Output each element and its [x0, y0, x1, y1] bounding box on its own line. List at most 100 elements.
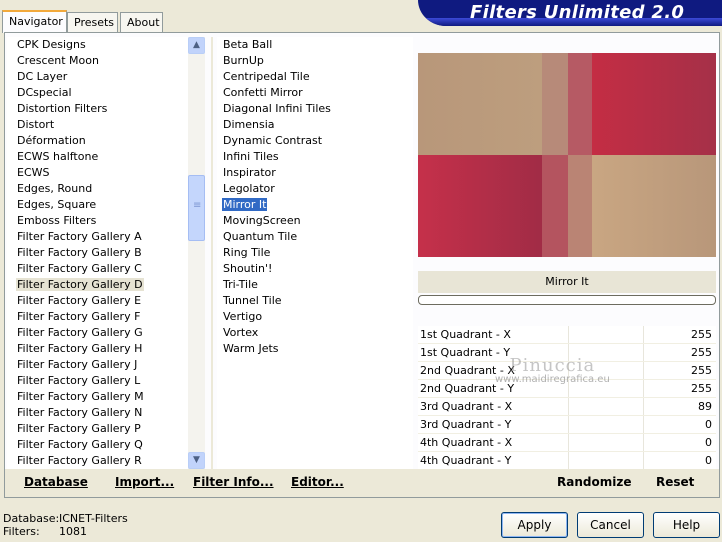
- database-button[interactable]: Database: [24, 475, 88, 489]
- category-item[interactable]: Filter Factory Gallery H: [7, 341, 188, 357]
- category-item[interactable]: Filter Factory Gallery R: [7, 453, 188, 469]
- category-item[interactable]: Edges, Square: [7, 197, 188, 213]
- filter-info-label: Filter Info...: [193, 475, 274, 489]
- category-item[interactable]: Crescent Moon: [7, 53, 188, 69]
- filters-count-label: Filters:: [3, 525, 40, 538]
- category-item[interactable]: Filter Factory Gallery J: [7, 357, 188, 373]
- scroll-up-button[interactable]: ▲: [188, 37, 205, 54]
- category-item[interactable]: Filter Factory Gallery F: [7, 309, 188, 325]
- category-item-label: ECWS halftone: [17, 150, 99, 163]
- editor-button[interactable]: Editor...: [291, 475, 344, 489]
- scroll-down-button[interactable]: ▼: [188, 452, 205, 469]
- parameter-value[interactable]: 0: [705, 416, 712, 434]
- filter-item[interactable]: Quantum Tile: [217, 229, 413, 245]
- filter-item-label: BurnUp: [223, 54, 264, 67]
- filter-item[interactable]: Dimensia: [217, 117, 413, 133]
- category-item-label: Filter Factory Gallery L: [17, 374, 141, 387]
- category-item-label: Filter Factory Gallery G: [17, 326, 143, 339]
- filter-item[interactable]: Shoutin'!: [217, 261, 413, 277]
- filter-item[interactable]: Beta Ball: [217, 37, 413, 53]
- category-item[interactable]: Filter Factory Gallery A: [7, 229, 188, 245]
- filter-item[interactable]: Warm Jets: [217, 341, 413, 357]
- filter-item[interactable]: Diagonal Infini Tiles: [217, 101, 413, 117]
- tab-presets[interactable]: Presets: [67, 12, 118, 33]
- category-item[interactable]: Distort: [7, 117, 188, 133]
- parameter-row[interactable]: 3rd Quadrant - X 89: [418, 398, 716, 416]
- category-item[interactable]: CPK Designs: [7, 37, 188, 53]
- filter-item[interactable]: BurnUp: [217, 53, 413, 69]
- category-item-label: ECWS: [17, 166, 50, 179]
- preview-quadrant-3: [418, 155, 542, 257]
- category-item[interactable]: Filter Factory Gallery G: [7, 325, 188, 341]
- filter-item[interactable]: Dynamic Contrast: [217, 133, 413, 149]
- import-button[interactable]: Import...: [115, 475, 174, 489]
- parameter-value[interactable]: 89: [698, 398, 712, 416]
- category-item[interactable]: Filter Factory Gallery Q: [7, 437, 188, 453]
- filter-item-label: Warm Jets: [223, 342, 279, 355]
- parameter-value[interactable]: 255: [691, 344, 712, 362]
- reset-button[interactable]: Reset: [656, 475, 694, 489]
- parameter-value[interactable]: 255: [691, 380, 712, 398]
- apply-button[interactable]: Apply: [501, 512, 568, 538]
- category-item[interactable]: DC Layer: [7, 69, 188, 85]
- filter-item[interactable]: Confetti Mirror: [217, 85, 413, 101]
- slider-tick: [643, 416, 644, 433]
- category-item[interactable]: Déformation: [7, 133, 188, 149]
- cancel-button[interactable]: Cancel: [577, 512, 644, 538]
- category-item[interactable]: Filter Factory Gallery P: [7, 421, 188, 437]
- parameter-row[interactable]: 1st Quadrant - X 255: [418, 326, 716, 344]
- category-item[interactable]: Distortion Filters: [7, 101, 188, 117]
- category-item[interactable]: Filter Factory Gallery E: [7, 293, 188, 309]
- category-item[interactable]: Filter Factory Gallery L: [7, 373, 188, 389]
- parameter-row[interactable]: 2nd Quadrant - Y 255: [418, 380, 716, 398]
- category-item[interactable]: Filter Factory Gallery B: [7, 245, 188, 261]
- category-list[interactable]: CPK Designs Crescent Moon DC Layer DCspecia…: [7, 37, 188, 469]
- parameter-value[interactable]: 255: [691, 362, 712, 380]
- filter-item-label: Dynamic Contrast: [223, 134, 323, 147]
- parameter-row[interactable]: 4th Quadrant - X 0: [418, 434, 716, 452]
- category-item[interactable]: Emboss Filters: [7, 213, 188, 229]
- filter-item[interactable]: Ring Tile: [217, 245, 413, 261]
- parameter-value[interactable]: 255: [691, 326, 712, 344]
- filter-item[interactable]: Mirror It: [217, 197, 413, 213]
- tab-navigator[interactable]: Navigator: [2, 10, 67, 33]
- filter-item[interactable]: Inspirator: [217, 165, 413, 181]
- category-item[interactable]: Filter Factory Gallery D: [7, 277, 188, 293]
- category-item[interactable]: ECWS: [7, 165, 188, 181]
- filter-list[interactable]: Beta Ball BurnUp Centripedal Tile Confetti …: [217, 37, 413, 469]
- filter-item[interactable]: Legolator: [217, 181, 413, 197]
- category-item[interactable]: Filter Factory Gallery N: [7, 405, 188, 421]
- filter-item-label: Quantum Tile: [223, 230, 298, 243]
- tab-about[interactable]: About: [120, 12, 163, 33]
- parameter-list: 1st Quadrant - X 255 1st Quadrant - Y 255 2n…: [418, 326, 716, 470]
- randomize-button[interactable]: Randomize: [557, 475, 631, 489]
- filter-info-button[interactable]: Filter Info...: [193, 475, 274, 489]
- category-item[interactable]: Edges, Round: [7, 181, 188, 197]
- filter-item[interactable]: Vortex: [217, 325, 413, 341]
- filter-item[interactable]: MovingScreen: [217, 213, 413, 229]
- category-item[interactable]: DCspecial: [7, 85, 188, 101]
- category-item-label: Filter Factory Gallery A: [17, 230, 142, 243]
- category-item-label: Filter Factory Gallery J: [17, 358, 138, 371]
- parameter-row[interactable]: 4th Quadrant - Y 0: [418, 452, 716, 470]
- filter-item[interactable]: Tunnel Tile: [217, 293, 413, 309]
- filter-item[interactable]: Infini Tiles: [217, 149, 413, 165]
- filter-item-label: Centripedal Tile: [223, 70, 310, 83]
- scroll-thumb[interactable]: [188, 175, 205, 241]
- parameter-row[interactable]: 1st Quadrant - Y 255: [418, 344, 716, 362]
- category-scrollbar[interactable]: ▲ ▼: [188, 37, 205, 469]
- filter-item[interactable]: Tri-Tile: [217, 277, 413, 293]
- category-item[interactable]: ECWS halftone: [7, 149, 188, 165]
- preview-quadrant-2: [592, 53, 716, 155]
- parameter-row[interactable]: 3rd Quadrant - Y 0: [418, 416, 716, 434]
- parameter-row[interactable]: 2nd Quadrant - X 255: [418, 362, 716, 380]
- category-item[interactable]: Filter Factory Gallery C: [7, 261, 188, 277]
- preview-mirror-band: [568, 155, 592, 257]
- preview-quadrant-1: [418, 53, 542, 155]
- filter-item[interactable]: Vertigo: [217, 309, 413, 325]
- help-button[interactable]: Help: [653, 512, 720, 538]
- category-item[interactable]: Filter Factory Gallery M: [7, 389, 188, 405]
- parameter-value[interactable]: 0: [705, 434, 712, 452]
- filter-item[interactable]: Centripedal Tile: [217, 69, 413, 85]
- parameter-value[interactable]: 0: [705, 452, 712, 470]
